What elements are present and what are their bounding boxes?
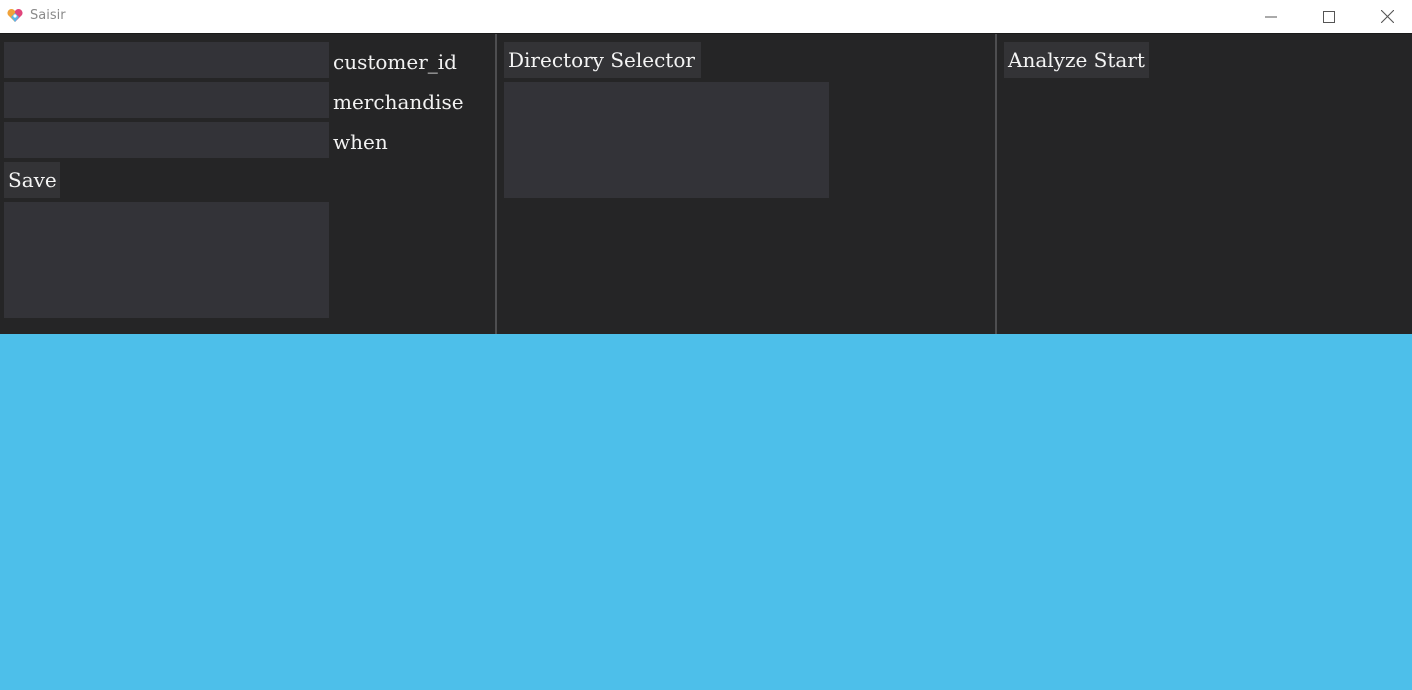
section-divider bbox=[495, 34, 497, 334]
title-bar: Saisir bbox=[0, 0, 1412, 34]
section-divider bbox=[995, 34, 997, 334]
save-button[interactable]: Save bbox=[4, 162, 60, 198]
minimize-button[interactable] bbox=[1242, 0, 1300, 33]
directory-selector-button[interactable]: Directory Selector bbox=[504, 42, 701, 78]
when-label: when bbox=[333, 130, 388, 154]
window-title: Saisir bbox=[30, 8, 66, 23]
canvas-area[interactable] bbox=[0, 334, 1412, 690]
maximize-icon bbox=[1323, 10, 1335, 23]
customer-id-input[interactable] bbox=[4, 42, 329, 78]
close-icon bbox=[1380, 10, 1394, 23]
maximize-button[interactable] bbox=[1300, 0, 1358, 33]
app-logo-icon bbox=[7, 8, 23, 22]
merchandise-label: merchandise bbox=[333, 90, 464, 114]
minimize-icon bbox=[1265, 16, 1277, 17]
output-textbox[interactable] bbox=[4, 202, 329, 318]
merchandise-input[interactable] bbox=[4, 82, 329, 118]
control-panel: customer_id merchandise when Save Direct… bbox=[0, 34, 1412, 334]
directory-textbox[interactable] bbox=[504, 82, 829, 198]
close-button[interactable] bbox=[1358, 0, 1412, 33]
when-input[interactable] bbox=[4, 122, 329, 158]
customer-id-label: customer_id bbox=[333, 50, 457, 74]
analyze-start-button[interactable]: Analyze Start bbox=[1004, 42, 1149, 78]
